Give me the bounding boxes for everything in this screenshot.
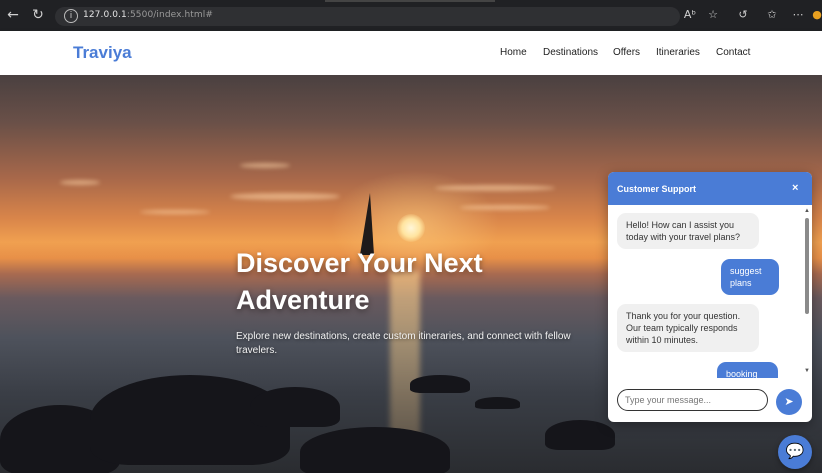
reload-icon[interactable]: ↻ xyxy=(29,6,47,24)
back-arrow-icon[interactable]: ← xyxy=(4,6,22,24)
nav-itineraries[interactable]: Itineraries xyxy=(656,47,700,58)
site-logo[interactable]: Traviya xyxy=(73,43,132,63)
close-icon[interactable]: × xyxy=(792,182,798,194)
copilot-icon[interactable]: ↺ xyxy=(735,8,751,21)
nav-home[interactable]: Home xyxy=(500,47,527,58)
info-icon[interactable]: i xyxy=(64,9,78,23)
favorites-icon[interactable]: ✩ xyxy=(764,8,780,21)
chat-message-user: booking xyxy=(717,362,778,378)
hero-title: Discover Your Next Adventure xyxy=(236,245,566,319)
cloud xyxy=(435,185,555,191)
sun xyxy=(397,214,425,242)
chat-message-user: suggest plans xyxy=(721,259,779,295)
rock xyxy=(300,427,450,473)
cloud xyxy=(460,205,550,210)
hero-title-line: Discover Your Next xyxy=(236,248,483,278)
chat-messages[interactable]: Hello! How can I assist you today with y… xyxy=(608,205,812,378)
chat-widget: Customer Support × Hello! How can I assi… xyxy=(608,172,812,422)
site-header: Traviya Home Destinations Offers Itinera… xyxy=(0,31,822,75)
rock xyxy=(475,397,520,409)
nav-offers[interactable]: Offers xyxy=(613,47,640,58)
chat-title: Customer Support xyxy=(617,184,697,194)
chat-scrollbar[interactable]: ▲ ▼ xyxy=(804,208,810,376)
chat-toggle-button[interactable]: 💬 xyxy=(778,435,812,469)
favorite-star-icon[interactable]: ☆ xyxy=(705,8,721,21)
scroll-up-arrow-icon[interactable]: ▲ xyxy=(804,208,810,214)
browser-toolbar: ← ↻ i 127.0.0.1:5500/index.html# Aᵇ ☆ ↺ … xyxy=(0,0,822,31)
chat-message-input[interactable] xyxy=(617,389,768,411)
chat-message-bot: Hello! How can I assist you today with y… xyxy=(617,213,759,249)
address-bar[interactable]: i 127.0.0.1:5500/index.html# xyxy=(55,7,680,26)
chat-header: Customer Support × xyxy=(608,172,812,205)
address-url: 127.0.0.1:5500/index.html# xyxy=(83,10,214,20)
chat-message-bot: Thank you for your question. Our team ty… xyxy=(617,304,759,352)
edge-icon[interactable]: ● xyxy=(812,8,822,21)
read-aloud-icon[interactable]: Aᵇ xyxy=(682,8,698,21)
cloud xyxy=(230,193,340,200)
scroll-down-arrow-icon[interactable]: ▼ xyxy=(804,368,810,374)
send-button[interactable]: ➤ xyxy=(776,389,802,415)
scroll-thumb[interactable] xyxy=(805,218,809,314)
hero-title-line: Adventure xyxy=(236,285,370,315)
cloud xyxy=(240,163,290,168)
rock xyxy=(250,387,340,427)
chat-bubbles-icon: 💬 xyxy=(785,443,805,460)
nav-contact[interactable]: Contact xyxy=(716,47,750,58)
rock xyxy=(545,420,615,450)
cloud xyxy=(140,210,210,214)
cloud xyxy=(60,180,100,185)
more-icon[interactable]: ⋯ xyxy=(790,8,806,21)
tab-strip xyxy=(325,0,495,2)
hero-subtitle: Explore new destinations, create custom … xyxy=(236,331,571,356)
rock xyxy=(410,375,470,393)
nav-destinations[interactable]: Destinations xyxy=(543,47,598,58)
send-plane-icon: ➤ xyxy=(784,396,794,408)
